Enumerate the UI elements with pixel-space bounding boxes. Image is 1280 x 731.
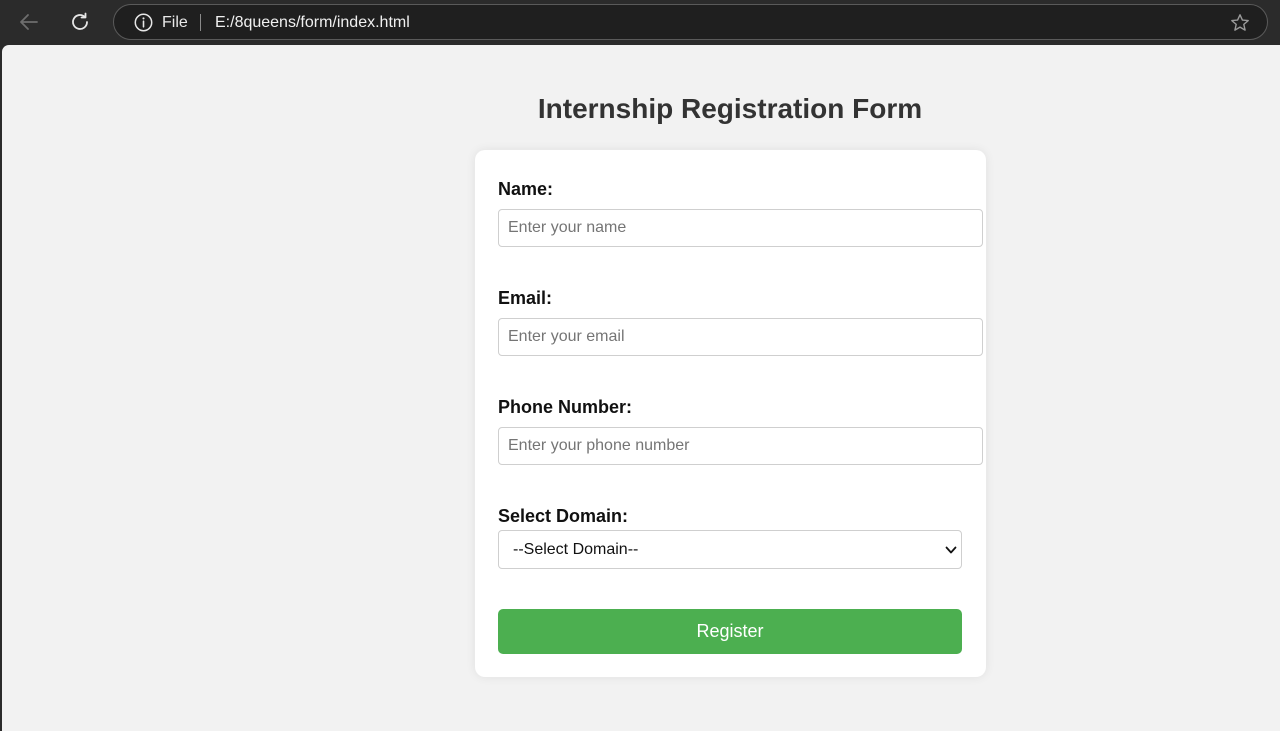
- registration-form: Name: Email: Phone Number: Select Domain…: [475, 150, 986, 677]
- star-icon: [1231, 14, 1249, 31]
- reload-button[interactable]: [66, 8, 94, 36]
- register-button[interactable]: Register: [498, 609, 962, 654]
- address-bar[interactable]: File E:/8queens/form/index.html: [113, 4, 1268, 40]
- phone-label: Phone Number:: [498, 397, 633, 417]
- site-info-button[interactable]: [134, 13, 153, 32]
- browser-toolbar: File E:/8queens/form/index.html: [0, 0, 1280, 44]
- page-viewport: Internship Registration Form Name: Email…: [2, 45, 1280, 731]
- chevron-down-icon: [944, 543, 958, 557]
- name-input[interactable]: [498, 209, 983, 247]
- url-text[interactable]: E:/8queens/form/index.html: [215, 14, 410, 32]
- domain-select-value: --Select Domain--: [513, 541, 639, 558]
- domain-label: Select Domain:: [498, 506, 629, 526]
- info-icon: [134, 13, 153, 32]
- bookmark-button[interactable]: [1229, 12, 1251, 34]
- page-title: Internship Registration Form: [537, 93, 923, 124]
- arrow-left-icon: [20, 14, 38, 30]
- email-input[interactable]: [498, 318, 983, 356]
- reload-icon: [72, 12, 88, 30]
- scheme-label: File: [162, 14, 188, 31]
- address-divider: [200, 14, 201, 31]
- name-label: Name:: [498, 179, 554, 199]
- domain-select[interactable]: --Select Domain--: [498, 530, 962, 569]
- back-button[interactable]: [15, 8, 43, 36]
- email-label: Email:: [498, 288, 553, 308]
- phone-input[interactable]: [498, 427, 983, 465]
